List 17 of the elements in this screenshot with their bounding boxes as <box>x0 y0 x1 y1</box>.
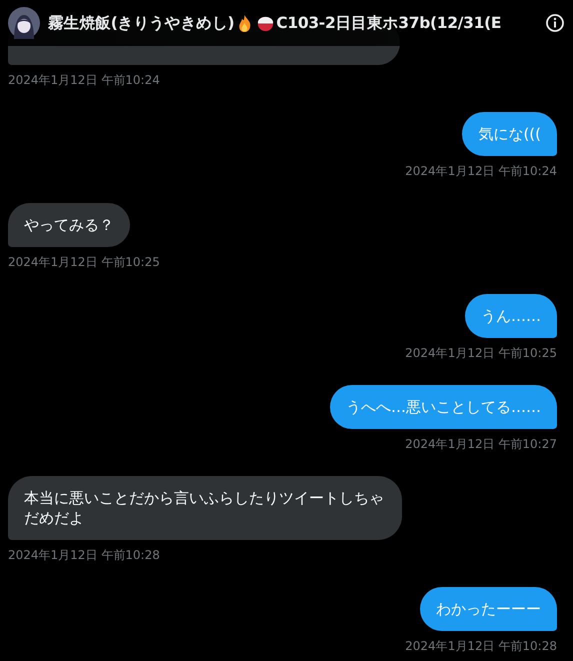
avatar-icon[interactable] <box>8 7 40 39</box>
contact-name-suffix: C103-2日目東ホ37b(12/31(E <box>276 12 502 34</box>
message-timestamp: 2024年1月12日 午前10:28 <box>405 638 557 654</box>
message-bubble: うへへ…悪いことしてる…… <box>330 385 557 429</box>
message-timestamp: 2024年1月12日 午前10:25 <box>405 345 557 361</box>
message-timestamp: 2024年1月12日 午前10:27 <box>405 436 557 452</box>
message-bubble: 気にな((( <box>462 112 557 156</box>
message-timestamp: 2024年1月12日 午前10:25 <box>8 254 160 270</box>
contact-name: 霧生焼飯(きりうやきめし) <box>48 12 234 34</box>
message-timestamp: 2024年1月12日 午前10:28 <box>8 547 160 563</box>
message-bubble: わかったーーー <box>420 587 557 631</box>
message-timestamp: 2024年1月12日 午前10:24 <box>405 163 557 179</box>
message-bubble: うん…… <box>465 294 557 338</box>
message-bubble: やってみる？ <box>8 203 130 247</box>
info-icon[interactable] <box>545 13 565 33</box>
message-bubble: 本当に悪いことだから言いふらしたりツイートしちゃだめだよ <box>8 476 402 540</box>
message-timestamp: 2024年1月12日 午前10:24 <box>8 72 160 88</box>
